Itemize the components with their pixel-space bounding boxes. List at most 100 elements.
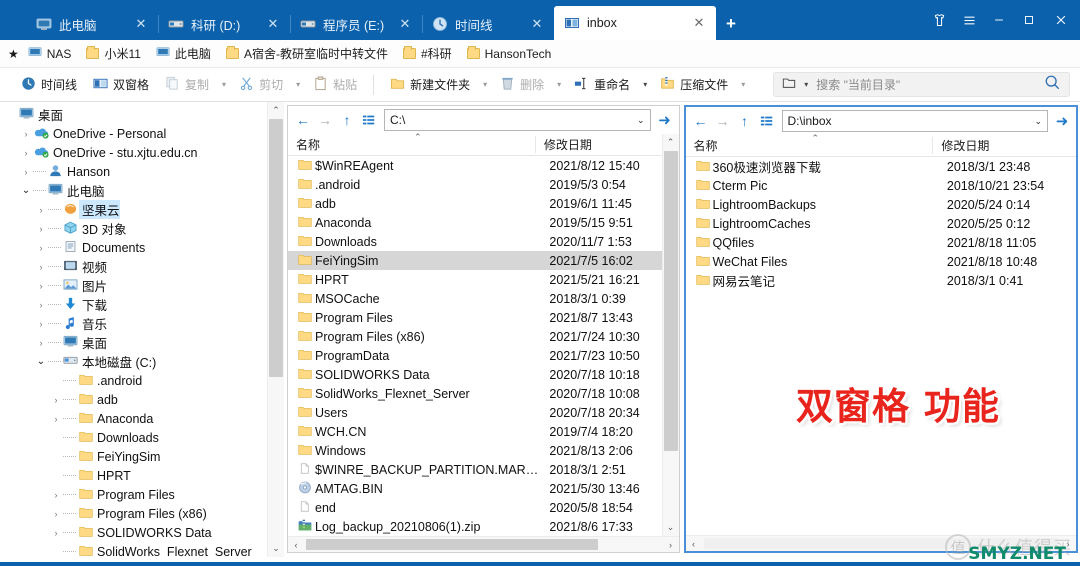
toolbar-compress-button[interactable]: 压缩文件 xyxy=(653,72,735,98)
hscroll-track[interactable] xyxy=(304,537,663,552)
table-row[interactable]: Log_backup_20210806(1).zip 2021/8/6 17:33 xyxy=(288,517,679,536)
sidebar-item-18[interactable]: FeiYingSim xyxy=(4,447,284,466)
right-file-list[interactable]: 360极速浏览器下载 2018/3/1 23:48 Cterm Pic 2018/10… xyxy=(686,157,1077,551)
column-date[interactable]: 修改日期 xyxy=(932,137,1076,154)
table-row[interactable]: Anaconda 2019/5/15 9:51 xyxy=(288,213,679,232)
hscroll-thumb[interactable] xyxy=(703,538,1058,549)
table-row[interactable]: Windows 2021/8/13 2:06 xyxy=(288,441,679,460)
sidebar-item-2[interactable]: › OneDrive - stu.xjtu.edu.cn xyxy=(4,143,284,162)
go-icon[interactable]: ➜ xyxy=(656,111,674,129)
favorite-item-hansontech[interactable]: HansonTech xyxy=(461,43,558,65)
minimize-icon[interactable] xyxy=(984,5,1014,35)
sidebar-item-9[interactable]: › 图片 xyxy=(4,276,284,295)
search-icon[interactable] xyxy=(1044,74,1061,95)
chevron-down-icon[interactable]: ⌄ xyxy=(637,115,645,126)
favorite-item-xiaomi11[interactable]: 小米11 xyxy=(80,43,146,65)
maximize-icon[interactable] xyxy=(1014,5,1044,35)
table-row[interactable]: MSOCache 2018/3/1 0:39 xyxy=(288,289,679,308)
chevron-right-icon[interactable]: › xyxy=(34,300,48,310)
table-row[interactable]: .android 2019/5/3 0:54 xyxy=(288,175,679,194)
tab-research-d[interactable]: 科研 (D:) ✕ xyxy=(158,8,291,40)
sidebar-item-22[interactable]: › SOLIDWORKS Data xyxy=(4,523,284,542)
table-row[interactable]: adb 2019/6/1 11:45 xyxy=(288,194,679,213)
new-folder-caret-icon[interactable]: ▾ xyxy=(479,80,491,89)
scroll-left-icon[interactable]: ‹ xyxy=(288,540,304,550)
scroll-thumb[interactable] xyxy=(663,151,678,451)
chevron-right-icon[interactable]: › xyxy=(34,205,48,215)
scroll-up-icon[interactable]: ⌃ xyxy=(268,102,284,119)
favorite-item-this-pc[interactable]: 此电脑 xyxy=(150,43,217,65)
table-row[interactable]: Cterm Pic 2018/10/21 23:54 xyxy=(686,176,1077,195)
table-row[interactable]: $WinREAgent 2021/8/12 15:40 xyxy=(288,156,679,175)
chevron-right-icon[interactable]: › xyxy=(34,338,48,348)
chevron-right-icon[interactable]: › xyxy=(34,243,48,253)
table-row[interactable]: $WINRE_BACKUP_PARTITION.MARKER 2018/3/1 2… xyxy=(288,460,679,479)
table-row[interactable]: LightroomCaches 2020/5/25 0:12 xyxy=(686,214,1077,233)
chevron-down-icon[interactable]: ⌄ xyxy=(1034,116,1042,127)
sidebar-item-0[interactable]: 桌面 xyxy=(4,105,284,124)
cut-caret-icon[interactable]: ▾ xyxy=(292,80,304,89)
table-row[interactable]: SOLIDWORKS Data 2020/7/18 10:18 xyxy=(288,365,679,384)
chevron-right-icon[interactable]: › xyxy=(19,148,33,158)
table-row[interactable]: ProgramData 2021/7/23 10:50 xyxy=(288,346,679,365)
scroll-thumb[interactable] xyxy=(269,119,283,377)
search-scope-caret-icon[interactable]: ▾ xyxy=(800,80,812,89)
toolbar-delete-button[interactable]: 删除 xyxy=(493,72,551,98)
history-icon[interactable] xyxy=(757,111,777,131)
sidebar-item-7[interactable]: › Documents xyxy=(4,238,284,257)
up-icon[interactable]: ↑ xyxy=(735,111,755,131)
forward-icon[interactable]: → xyxy=(315,110,335,130)
table-row[interactable]: FeiYingSim 2021/7/5 16:02 xyxy=(288,251,679,270)
table-row[interactable]: Program Files 2021/8/7 13:43 xyxy=(288,308,679,327)
favorite-item-dorm-transfer[interactable]: A宿舍-教研室临时中转文件 xyxy=(220,43,394,65)
tab-close-icon[interactable]: ✕ xyxy=(133,16,149,32)
favorite-item-research[interactable]: #科研 xyxy=(397,43,458,65)
back-icon[interactable]: ← xyxy=(691,111,711,131)
table-row[interactable]: AMTAG.BIN 2021/5/30 13:46 xyxy=(288,479,679,498)
table-row[interactable]: Users 2020/7/18 20:34 xyxy=(288,403,679,422)
left-file-list[interactable]: $WinREAgent 2021/8/12 15:40 .android 2019/5… xyxy=(288,156,679,552)
right-pane-hscrollbar[interactable]: ‹ › xyxy=(685,535,1076,551)
table-row[interactable]: SolidWorks_Flexnet_Server 2020/7/18 10:08 xyxy=(288,384,679,403)
table-row[interactable]: WeChat Files 2021/8/18 10:48 xyxy=(686,252,1077,271)
chevron-right-icon[interactable]: › xyxy=(49,490,63,500)
tab-close-icon[interactable]: ✕ xyxy=(691,15,707,31)
sidebar-item-21[interactable]: › Program Files (x86) xyxy=(4,504,284,523)
toolbar-dualpane-button[interactable]: 双窗格 xyxy=(86,72,156,98)
left-pane-scrollbar[interactable]: ⌃ ⌄ xyxy=(661,134,679,536)
chevron-right-icon[interactable]: › xyxy=(19,167,33,177)
table-row[interactable]: Program Files (x86) 2021/7/24 10:30 xyxy=(288,327,679,346)
chevron-right-icon[interactable]: › xyxy=(49,395,63,405)
menu-icon[interactable] xyxy=(954,5,984,35)
toolbar-new-folder-button[interactable]: 新建文件夹 xyxy=(383,72,477,98)
tab-programmer-e[interactable]: 程序员 (E:) ✕ xyxy=(290,8,423,40)
hscroll-thumb[interactable] xyxy=(306,539,598,550)
sidebar-scrollbar[interactable]: ⌃ ⌄ xyxy=(267,102,284,557)
table-row[interactable]: end 2020/5/8 18:54 xyxy=(288,498,679,517)
sidebar-item-17[interactable]: Downloads xyxy=(4,428,284,447)
tab-inbox[interactable]: inbox ✕ xyxy=(554,6,716,40)
sidebar-item-11[interactable]: › 音乐 xyxy=(4,314,284,333)
chevron-right-icon[interactable]: › xyxy=(19,129,33,139)
table-row[interactable]: QQfiles 2021/8/18 11:05 xyxy=(686,233,1077,252)
delete-caret-icon[interactable]: ▾ xyxy=(553,80,565,89)
tab-close-icon[interactable]: ✕ xyxy=(529,16,545,32)
chevron-right-icon[interactable]: › xyxy=(34,319,48,329)
toolbar-paste-button[interactable]: 粘贴 xyxy=(306,72,364,98)
chevron-down-icon[interactable]: ⌄ xyxy=(19,185,33,196)
shirt-icon[interactable] xyxy=(924,5,954,35)
toolbar-rename-button[interactable]: 重命名 xyxy=(567,72,637,98)
column-name[interactable]: 名称 ⌃ xyxy=(694,133,933,154)
sidebar-item-20[interactable]: › Program Files xyxy=(4,485,284,504)
scroll-up-icon[interactable]: ⌃ xyxy=(663,134,679,151)
table-row[interactable]: HPRT 2021/5/21 16:21 xyxy=(288,270,679,289)
tab-timeline[interactable]: 时间线 ✕ xyxy=(422,8,555,40)
tab-close-icon[interactable]: ✕ xyxy=(265,16,281,32)
sidebar-item-14[interactable]: .android xyxy=(4,371,284,390)
folder-scope-icon[interactable] xyxy=(782,76,796,93)
copy-caret-icon[interactable]: ▾ xyxy=(218,80,230,89)
sidebar-item-10[interactable]: › 下载 xyxy=(4,295,284,314)
sidebar-item-3[interactable]: › Hanson xyxy=(4,162,284,181)
forward-icon[interactable]: → xyxy=(713,111,733,131)
hscroll-track[interactable] xyxy=(702,536,1061,551)
